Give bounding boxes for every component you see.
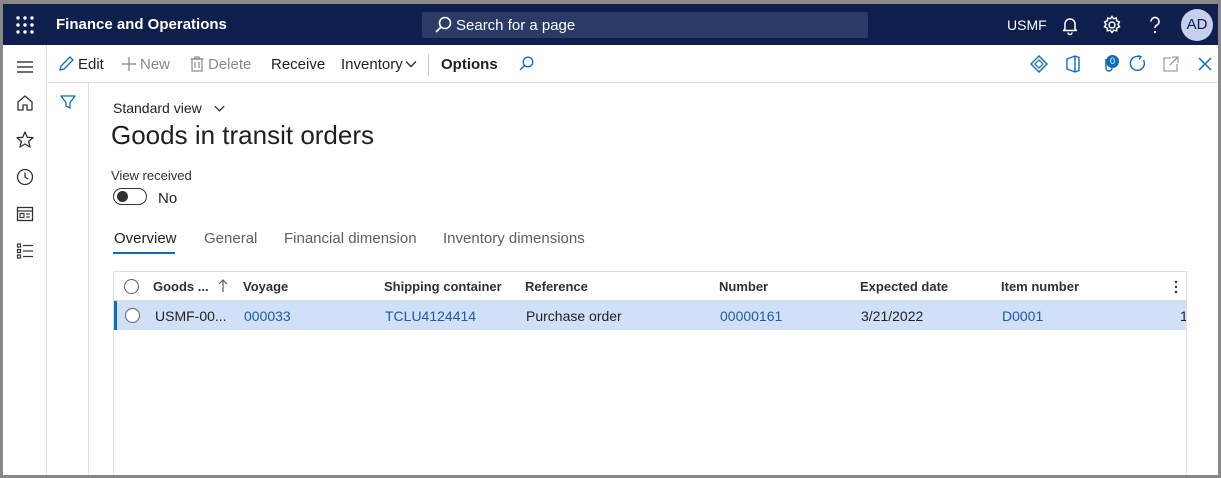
action-separator [428,54,429,76]
select-all-radio[interactable] [124,279,139,294]
find-search-icon[interactable] [517,55,535,73]
hamburger-menu-icon[interactable] [15,57,35,77]
company-picker[interactable]: USMF [1007,17,1047,33]
tab-general[interactable]: General [204,230,257,247]
top-nav-bar: Finance and Operations Search for a page… [3,4,1218,45]
toggle-knob [117,191,128,202]
home-icon[interactable] [15,93,35,113]
view-received-value: No [158,190,178,207]
view-selector[interactable]: Standard view [113,100,202,116]
view-received-label: View received [111,168,192,183]
cell-number-link[interactable]: 00000161 [720,308,782,324]
notification-bell-icon[interactable] [1059,14,1081,36]
workspaces-icon[interactable] [15,204,35,224]
navigation-rail [3,45,47,475]
attachments-count-badge: 0 [1106,55,1119,68]
cell-item-number-link[interactable]: D0001 [1002,308,1043,324]
search-input[interactable]: Search for a page [422,12,868,38]
cell-container-link[interactable]: TCLU4124414 [385,308,476,324]
column-header-voyage[interactable]: Voyage [243,279,288,294]
settings-gear-icon[interactable] [1101,14,1123,36]
more-options-icon[interactable] [1172,279,1180,295]
column-header-goods[interactable]: Goods ... [153,279,209,294]
cell-voyage-link[interactable]: 000033 [244,308,291,324]
search-icon [435,16,452,33]
page-title: Goods in transit orders [111,120,375,150]
edit-pencil-icon [59,56,74,71]
user-avatar[interactable]: AD [1181,9,1213,41]
filter-pane [47,83,89,475]
cell-reference[interactable]: Purchase order [526,308,622,324]
column-header-number[interactable]: Number [719,279,768,294]
grid-header: Goods ... Voyage Shipping container Refe… [114,272,1186,301]
cell-goods[interactable]: USMF-00... [155,308,227,324]
view-chevron-down-icon[interactable] [213,102,226,115]
receive-button[interactable]: Receive [271,56,325,73]
app-launcher-icon[interactable] [15,15,35,35]
help-icon[interactable] [1144,14,1166,36]
inventory-menu-button[interactable]: Inventory [341,56,403,73]
sort-ascending-arrow-icon[interactable] [217,278,229,293]
column-header-shipping-container[interactable]: Shipping container [384,279,502,294]
filter-icon[interactable] [59,93,77,111]
tab-financial-dimension[interactable]: Financial dimension [284,230,417,247]
recent-clock-icon[interactable] [15,167,35,187]
delete-trash-icon [190,56,204,72]
row-select-radio[interactable] [125,308,140,323]
active-tab-indicator [113,252,175,254]
chevron-down-icon [405,61,417,68]
power-apps-diamond-icon[interactable] [1029,54,1049,74]
view-received-toggle[interactable] [113,188,147,205]
column-header-item-number[interactable]: Item number [1001,279,1079,294]
action-pane: Edit New Delete Receive Inventory Option… [47,45,1218,83]
tab-overview[interactable]: Overview [114,230,177,247]
open-new-window-icon[interactable] [1161,54,1181,74]
new-button[interactable]: New [140,56,170,73]
tab-inventory-dimensions[interactable]: Inventory dimensions [443,230,585,247]
app-window: Finance and Operations Search for a page… [0,0,1221,478]
delete-button[interactable]: Delete [208,56,251,73]
search-placeholder: Search for a page [456,17,576,34]
edit-button[interactable]: Edit [78,56,104,73]
refresh-icon[interactable] [1128,54,1148,74]
table-row[interactable]: USMF-00... 000033 TCLU4124414 Purchase o… [114,301,1186,330]
column-header-expected-date[interactable]: Expected date [860,279,948,294]
office-icon[interactable] [1063,54,1083,74]
orders-grid: Goods ... Voyage Shipping container Refe… [113,271,1187,475]
column-header-reference[interactable]: Reference [525,279,588,294]
favorites-star-icon[interactable] [15,130,35,150]
options-button[interactable]: Options [441,56,498,73]
modules-list-icon[interactable] [15,241,35,261]
app-title[interactable]: Finance and Operations [56,16,227,33]
new-plus-icon [122,57,136,71]
main-content: Standard view Goods in transit orders Vi… [89,83,1218,475]
close-icon[interactable] [1195,54,1215,74]
cell-expected-date[interactable]: 3/21/2022 [861,308,923,324]
cell-overflow[interactable]: 1 [1180,308,1186,324]
